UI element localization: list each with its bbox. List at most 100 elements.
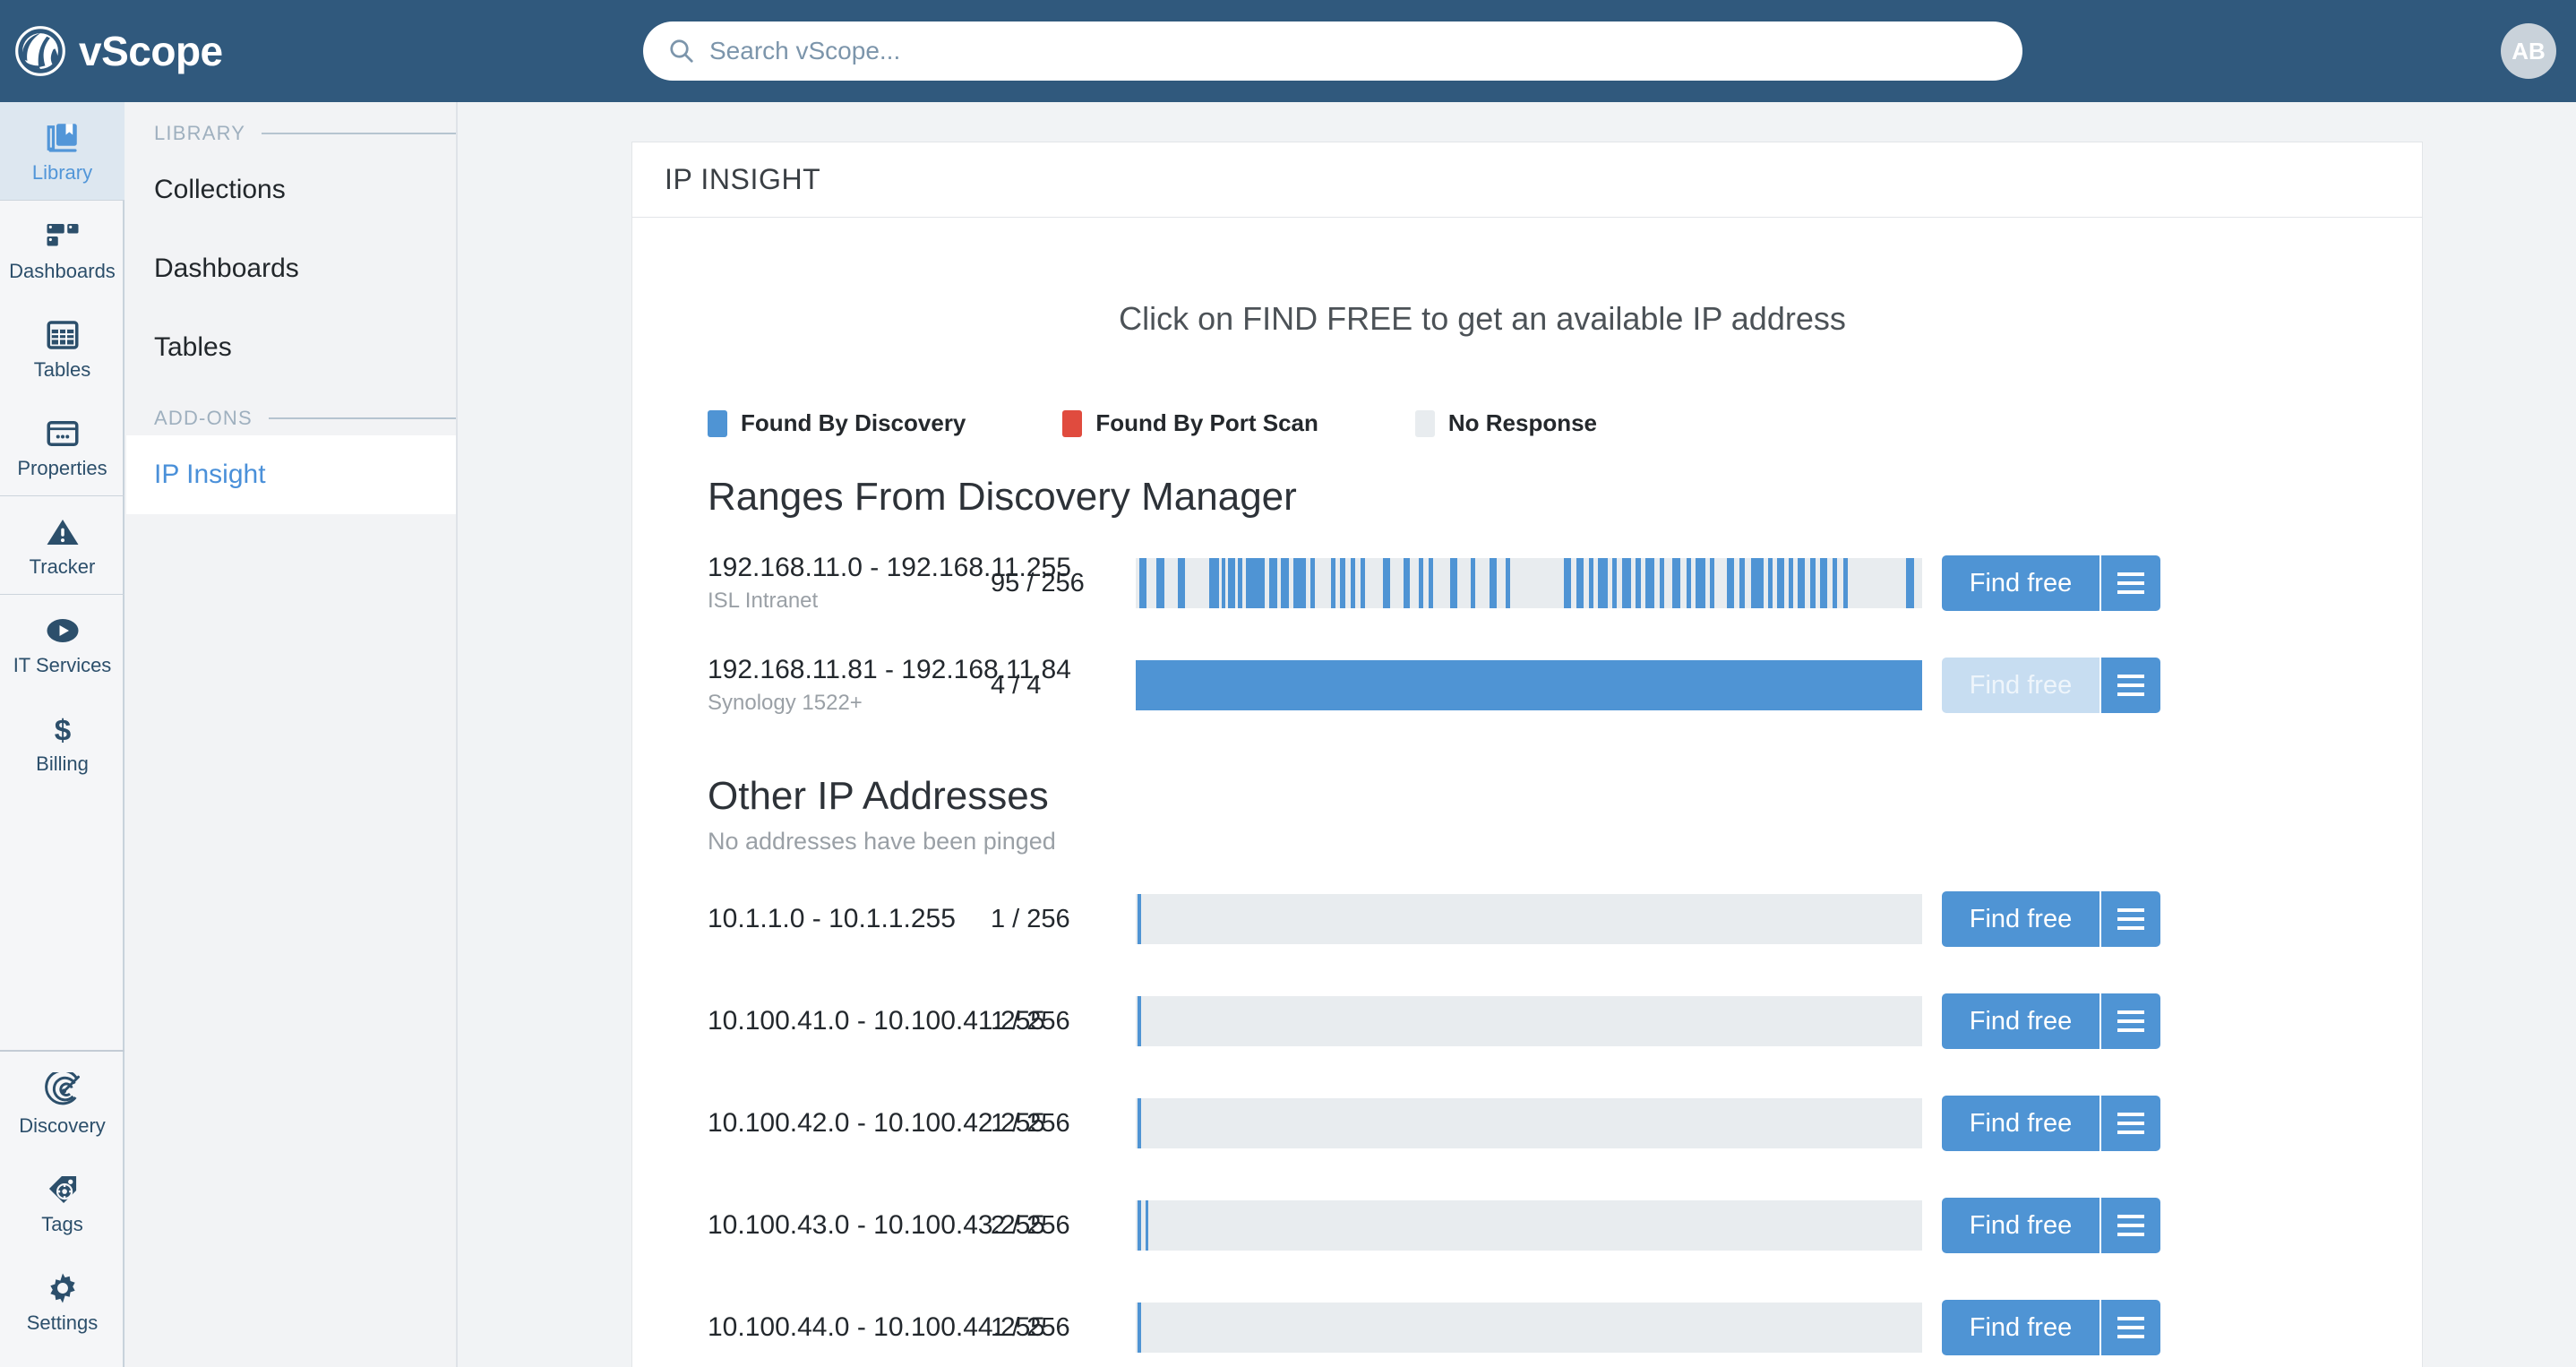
- page-title: IP INSIGHT: [665, 163, 821, 195]
- library-item-ip-insight[interactable]: IP Insight: [126, 435, 456, 514]
- legend-item: Found By Discovery: [708, 409, 966, 437]
- row-actions: Find free: [1942, 993, 2160, 1049]
- row-actions: Find free: [1942, 555, 2160, 611]
- range-address: 192.168.11.81 - 192.168.11.84: [708, 655, 1071, 684]
- ip-occupancy-bar[interactable]: [1136, 1303, 1922, 1353]
- legend-item: No Response: [1414, 409, 1597, 437]
- ip-segment: [1350, 558, 1355, 608]
- rail-item-label: Dashboards: [9, 260, 116, 282]
- hamburger-bar-icon: [2117, 572, 2144, 576]
- ip-insight-card: IP INSIGHT Click on FIND FREE to get an …: [631, 142, 2423, 1367]
- rail-item-tags[interactable]: Tags: [0, 1154, 125, 1252]
- row-menu-button[interactable]: [2099, 993, 2160, 1049]
- find-free-button[interactable]: Find free: [1942, 658, 2099, 713]
- ip-range-row: 10.100.41.0 - 10.100.41.255 1 / 256 Find…: [632, 970, 2422, 1072]
- ip-segment: [1644, 558, 1655, 608]
- rail-item-label: Settings: [26, 1311, 99, 1334]
- ip-occupancy-bar[interactable]: [1136, 660, 1922, 710]
- ip-occupancy-bar[interactable]: [1136, 558, 1922, 608]
- rail-item-dashboards[interactable]: Dashboards: [0, 201, 125, 299]
- library-section-header: LIBRARY: [126, 102, 456, 150]
- rail-item-billing[interactable]: $ Billing: [0, 693, 125, 792]
- find-free-button[interactable]: Find free: [1942, 1300, 2099, 1355]
- ip-occupancy-bar[interactable]: [1136, 1098, 1922, 1148]
- ip-segment: [1788, 558, 1793, 608]
- ip-segment: [1659, 558, 1664, 608]
- hamburger-bar-icon: [2117, 675, 2144, 678]
- row-menu-button[interactable]: [2099, 891, 2160, 947]
- row-actions: Find free: [1942, 1300, 2160, 1355]
- range-label-group: 10.100.44.0 - 10.100.44.255: [708, 1312, 1045, 1343]
- ip-range-row: 10.1.1.0 - 10.1.1.255 1 / 256 Find free: [632, 868, 2422, 970]
- row-menu-button[interactable]: [2099, 658, 2160, 713]
- ip-segment: [1798, 558, 1806, 608]
- range-usage-count: 4 / 4: [991, 670, 1042, 700]
- library-item-dashboards[interactable]: Dashboards: [126, 229, 456, 308]
- ip-occupancy-bar[interactable]: [1136, 996, 1922, 1046]
- ip-segment: [1906, 558, 1915, 608]
- find-free-button[interactable]: Find free: [1942, 993, 2099, 1049]
- search-input[interactable]: [709, 37, 1997, 65]
- hamburger-bar-icon: [2117, 1215, 2144, 1218]
- row-menu-button[interactable]: [2099, 1300, 2160, 1355]
- billing-icon: $: [44, 710, 82, 748]
- ip-segment: [1490, 558, 1497, 608]
- range-address: 10.100.42.0 - 10.100.42.255: [708, 1108, 1045, 1138]
- ip-segment: [1819, 558, 1827, 608]
- ip-occupancy-bar[interactable]: [1136, 894, 1922, 944]
- row-actions: Find free: [1942, 891, 2160, 947]
- ip-range-row: 192.168.11.0 - 192.168.11.255 ISL Intran…: [632, 532, 2422, 634]
- brand-logo[interactable]: vScope: [14, 25, 223, 77]
- row-menu-button[interactable]: [2099, 1096, 2160, 1151]
- hamburger-bar-icon: [2117, 1326, 2144, 1329]
- range-sublabel: ISL Intranet: [708, 589, 819, 613]
- ip-segment: [1777, 558, 1785, 608]
- row-menu-button[interactable]: [2099, 555, 2160, 611]
- ip-segment: [1588, 558, 1593, 608]
- rail-item-tracker[interactable]: Tracker: [0, 496, 125, 595]
- rail-item-it-services[interactable]: IT Services: [0, 595, 125, 693]
- legend-swatch-icon: [708, 409, 727, 437]
- range-usage-count: 95 / 256: [991, 568, 1085, 598]
- ip-segment: [1696, 558, 1705, 608]
- range-address: 10.100.41.0 - 10.100.41.255: [708, 1006, 1045, 1036]
- section-subtitle: No addresses have been pinged: [708, 828, 1056, 855]
- rail-item-library[interactable]: Library: [0, 102, 125, 201]
- ip-segment: [1450, 558, 1458, 608]
- discovery-icon: [44, 1069, 82, 1110]
- ip-range-row: 192.168.11.81 - 192.168.11.84 Synology 1…: [632, 634, 2422, 736]
- ip-range-row: 10.100.43.0 - 10.100.43.255 2 / 256 Find…: [632, 1174, 2422, 1277]
- range-label-group: 10.100.43.0 - 10.100.43.255: [708, 1210, 1045, 1241]
- row-actions: Find free: [1942, 1198, 2160, 1253]
- hamburger-bar-icon: [2117, 1028, 2144, 1032]
- range-usage-count: 1 / 256: [991, 1312, 1070, 1342]
- find-free-button[interactable]: Find free: [1942, 1198, 2099, 1253]
- legend: Found By Discovery Found By Port Scan No…: [632, 338, 2422, 437]
- rail-item-settings[interactable]: Settings: [0, 1252, 125, 1351]
- ip-segment: [1739, 558, 1745, 608]
- range-row-list: 10.1.1.0 - 10.1.1.255 1 / 256 Find free …: [632, 855, 2422, 1367]
- rail-item-discovery[interactable]: Discovery: [0, 1055, 125, 1154]
- ip-segment: [1598, 558, 1608, 608]
- tags-icon: [44, 1171, 82, 1208]
- avatar[interactable]: AB: [2501, 23, 2556, 79]
- find-free-button[interactable]: Find free: [1942, 555, 2099, 611]
- globe-icon: [15, 26, 65, 76]
- section-title: Ranges From Discovery Manager: [708, 475, 1297, 519]
- ip-segment: [1471, 558, 1476, 608]
- hamburger-bar-icon: [2117, 1113, 2144, 1116]
- library-section-label: LIBRARY: [154, 122, 246, 144]
- hamburger-bar-icon: [2117, 1019, 2144, 1023]
- ip-segment: [1621, 558, 1632, 608]
- search-bar[interactable]: [643, 21, 2022, 81]
- legend-item: Found By Port Scan: [1062, 409, 1318, 437]
- find-free-button[interactable]: Find free: [1942, 1096, 2099, 1151]
- find-free-button[interactable]: Find free: [1942, 891, 2099, 947]
- library-item-collections[interactable]: Collections: [126, 150, 456, 229]
- ip-occupancy-bar[interactable]: [1136, 1200, 1922, 1251]
- rail-item-properties[interactable]: Properties: [0, 398, 125, 496]
- row-menu-button[interactable]: [2099, 1198, 2160, 1253]
- rail-item-tables[interactable]: Tables: [0, 299, 125, 398]
- library-item-tables[interactable]: Tables: [126, 308, 456, 387]
- row-actions: Find free: [1942, 658, 2160, 713]
